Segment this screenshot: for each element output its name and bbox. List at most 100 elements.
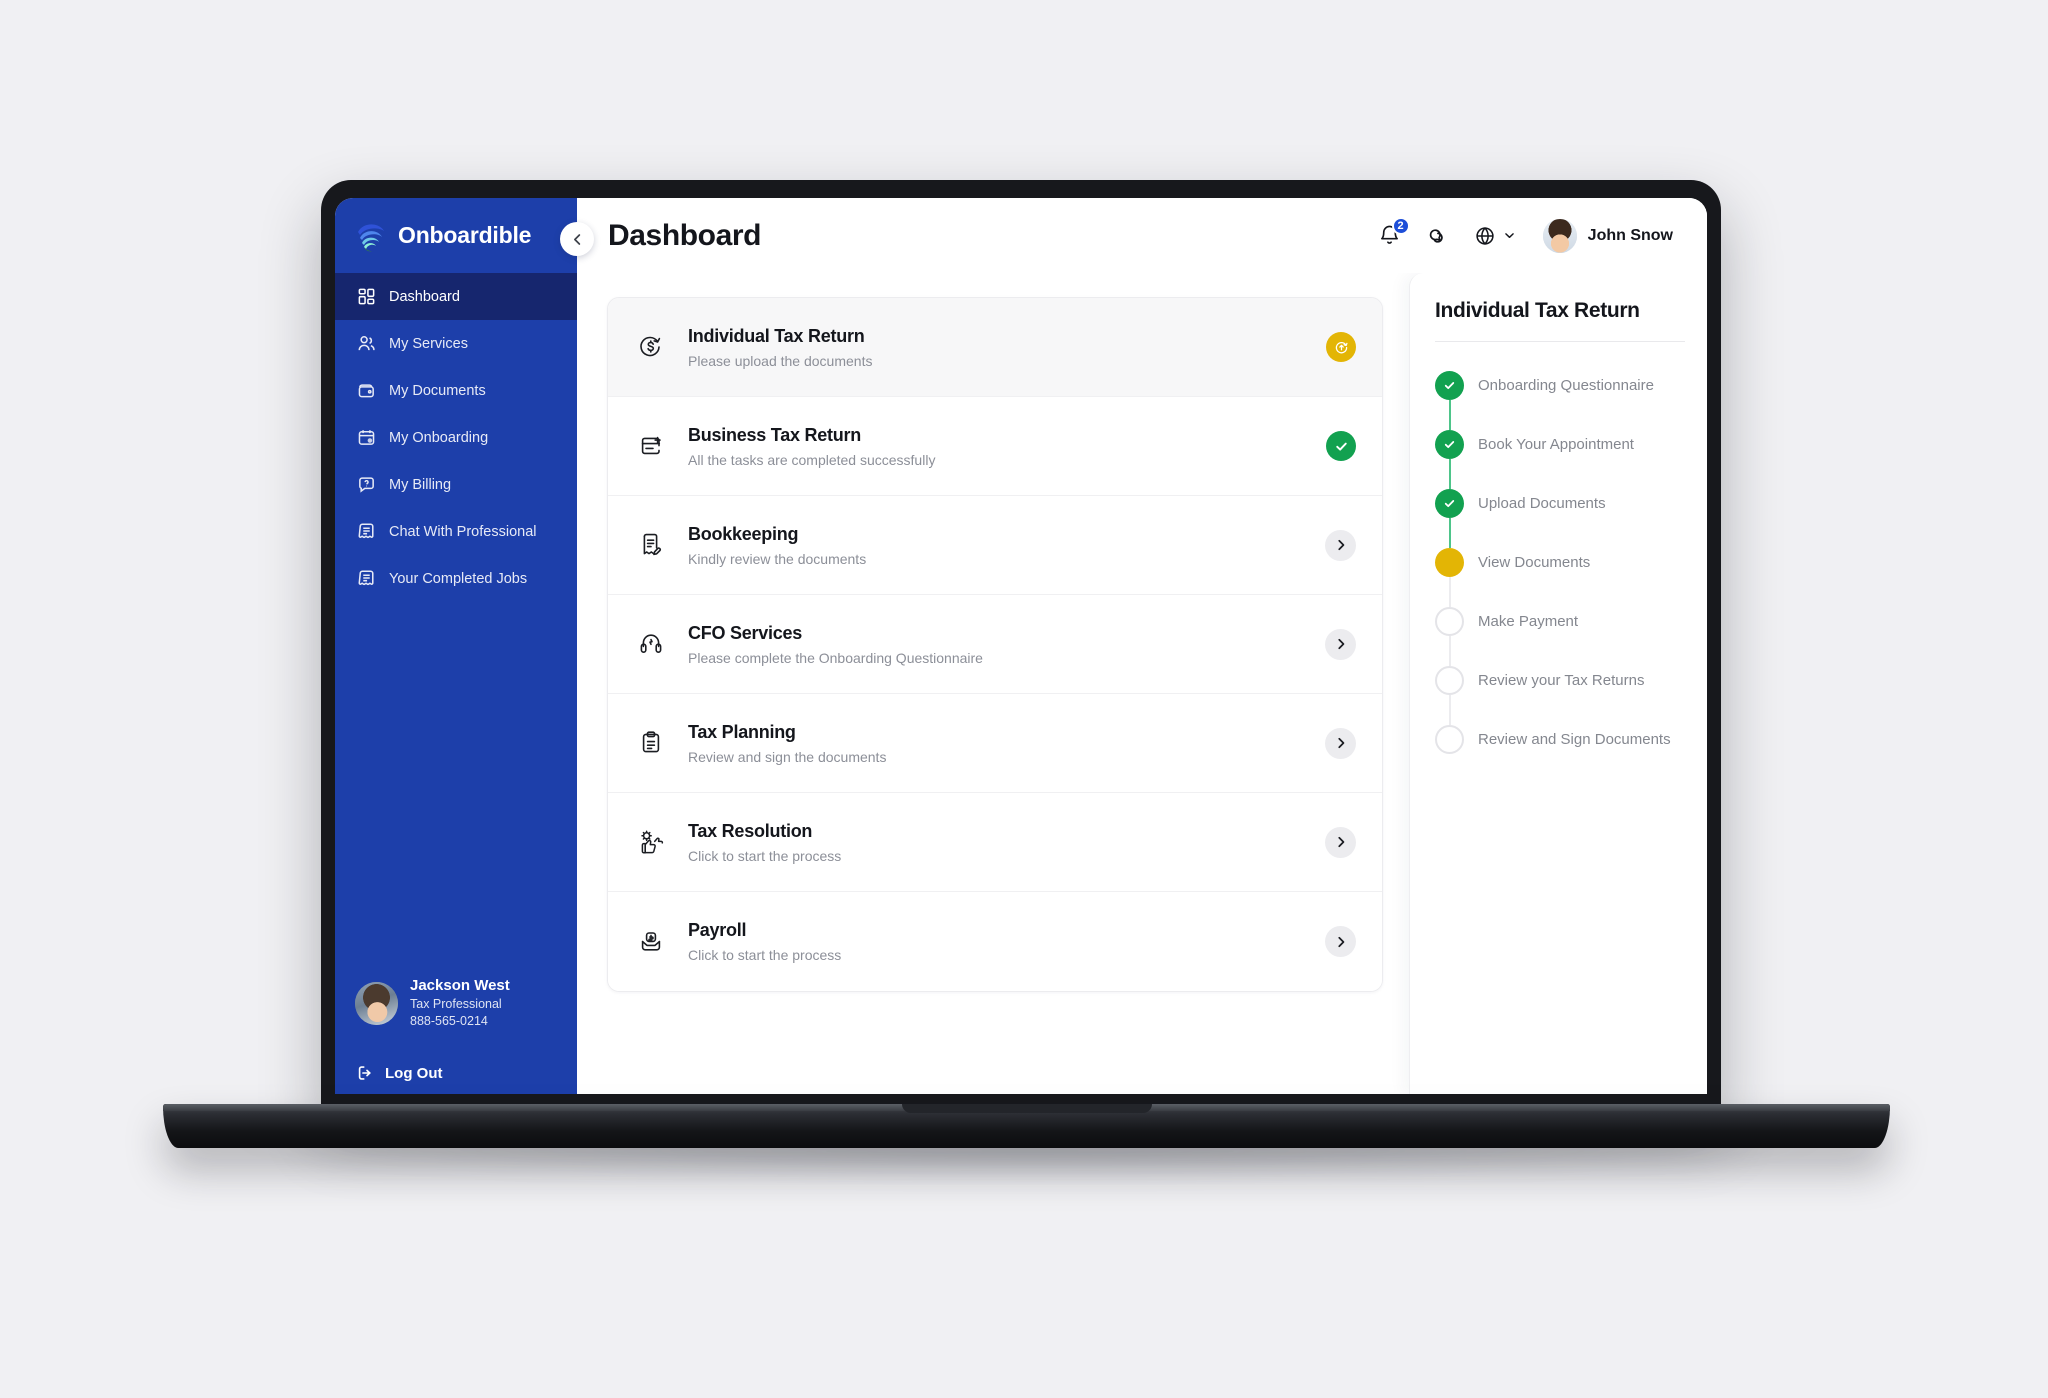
sidebar-item-my-billing[interactable]: My Billing bbox=[335, 461, 577, 508]
step-label: View Documents bbox=[1478, 554, 1591, 571]
service-title: Individual Tax Return bbox=[688, 325, 865, 346]
step-marker-todo bbox=[1435, 725, 1464, 754]
message-lines-icon bbox=[358, 523, 374, 539]
logout-label: Log Out bbox=[385, 1064, 443, 1082]
headset-icon bbox=[636, 629, 666, 659]
progress-step[interactable]: Make Payment bbox=[1435, 592, 1685, 666]
clipboard-icon bbox=[636, 728, 666, 758]
laptop-base-notch bbox=[901, 1104, 1152, 1113]
step-connector bbox=[1449, 636, 1451, 666]
brand-logo[interactable]: Onboardible bbox=[335, 198, 577, 273]
service-card-tax-resolution[interactable]: Tax Resolution Click to start the proces… bbox=[608, 793, 1382, 892]
step-label: Review your Tax Returns bbox=[1478, 672, 1645, 689]
sidebar-item-my-services[interactable]: My Services bbox=[335, 320, 577, 367]
progress-step[interactable]: Review your Tax Returns bbox=[1435, 651, 1685, 725]
chevron-right-icon[interactable] bbox=[1325, 826, 1356, 858]
main-content: Individual Tax Return Please upload the … bbox=[577, 273, 1409, 1094]
progress-panel: Individual Tax Return Onboarding Questio… bbox=[1409, 273, 1707, 1094]
logout-icon bbox=[358, 1066, 371, 1080]
progress-step[interactable]: Review and Sign Documents bbox=[1435, 710, 1685, 769]
divider bbox=[1435, 341, 1685, 342]
service-status[interactable] bbox=[1325, 727, 1356, 759]
service-card-business-tax-return[interactable]: Business Tax Return All the tasks are co… bbox=[608, 397, 1382, 496]
chevron-down-icon bbox=[1504, 233, 1514, 239]
service-subtitle: Click to start the process bbox=[688, 947, 842, 963]
check-icon bbox=[1444, 441, 1455, 449]
sidebar-professional-card[interactable]: Jackson West Tax Professional 888-565-02… bbox=[335, 976, 577, 1030]
service-status[interactable] bbox=[1326, 332, 1356, 362]
service-title: CFO Services bbox=[688, 622, 803, 643]
professional-name: Jackson West bbox=[410, 977, 510, 994]
step-connector bbox=[1449, 695, 1451, 725]
chevron-right-icon[interactable] bbox=[1325, 529, 1356, 561]
service-card-cfo-services[interactable]: CFO Services Please complete the Onboard… bbox=[608, 595, 1382, 694]
chat-bubbles-icon bbox=[1429, 228, 1443, 243]
laptop-base bbox=[163, 1104, 1890, 1148]
service-status[interactable] bbox=[1326, 431, 1356, 461]
sidebar-item-my-documents[interactable]: My Documents bbox=[335, 367, 577, 414]
service-status[interactable] bbox=[1325, 529, 1356, 561]
content-area: Dashboard 2 John Snow Individual Tax Ret… bbox=[560, 198, 1707, 1094]
sidebar: Onboardible Dashboard My Services My Doc… bbox=[335, 198, 577, 1094]
language-selector[interactable] bbox=[1472, 222, 1516, 249]
professional-role: Tax Professional bbox=[410, 997, 502, 1012]
laptop-mockup: Onboardible Dashboard My Services My Doc… bbox=[0, 0, 2048, 1398]
service-subtitle: Kindly review the documents bbox=[688, 550, 867, 567]
sidebar-item-your-completed-jobs[interactable]: Your Completed Jobs bbox=[335, 555, 577, 602]
sidebar-item-my-onboarding[interactable]: My Onboarding bbox=[335, 414, 577, 461]
service-status[interactable] bbox=[1325, 826, 1356, 858]
sidebar-item-label: Dashboard bbox=[389, 288, 460, 305]
step-label: Book Your Appointment bbox=[1478, 436, 1634, 453]
notifications-button[interactable]: 2 bbox=[1376, 217, 1410, 249]
topbar: Dashboard 2 John Snow bbox=[560, 198, 1707, 273]
brand-name: Onboardible bbox=[398, 222, 532, 248]
step-marker-todo bbox=[1435, 666, 1464, 695]
upload-badge-icon bbox=[1326, 332, 1356, 362]
page-title: Dashboard bbox=[608, 218, 762, 252]
progress-step[interactable]: Onboarding Questionnaire bbox=[1435, 356, 1685, 430]
chevron-right-icon[interactable] bbox=[1325, 727, 1356, 759]
sidebar-item-label: Your Completed Jobs bbox=[389, 570, 528, 587]
service-card-bookkeeping[interactable]: Bookkeeping Kindly review the documents bbox=[608, 496, 1382, 595]
messages-button[interactable] bbox=[1424, 222, 1451, 249]
step-marker-done bbox=[1435, 489, 1464, 518]
sidebar-item-label: My Services bbox=[389, 335, 468, 352]
service-subtitle: Please complete the Onboarding Questionn… bbox=[688, 649, 983, 666]
service-card-tax-planning[interactable]: Tax Planning Review and sign the documen… bbox=[608, 694, 1382, 793]
service-title: Tax Resolution bbox=[688, 820, 813, 841]
service-title: Business Tax Return bbox=[688, 424, 861, 445]
service-status[interactable] bbox=[1325, 628, 1356, 660]
progress-step[interactable]: Book Your Appointment bbox=[1435, 415, 1685, 489]
gear-thumbs-icon bbox=[636, 827, 666, 857]
calendar-icon bbox=[358, 430, 375, 445]
chevron-right-icon[interactable] bbox=[1325, 926, 1356, 957]
grid-icon bbox=[358, 288, 375, 305]
progress-step[interactable]: View Documents bbox=[1435, 533, 1685, 607]
service-title: Bookkeeping bbox=[688, 523, 799, 544]
onboardible-logo-icon bbox=[354, 219, 388, 253]
step-label: Make Payment bbox=[1478, 613, 1579, 630]
wallet-icon bbox=[358, 384, 374, 398]
service-card-payroll[interactable]: Payroll Click to start the process bbox=[608, 892, 1382, 991]
progress-panel-title: Individual Tax Return bbox=[1435, 299, 1640, 322]
service-status[interactable] bbox=[1325, 926, 1356, 957]
sidebar-nav: Dashboard My Services My Documents My On… bbox=[335, 273, 577, 602]
step-marker-todo bbox=[1435, 607, 1464, 636]
step-connector bbox=[1449, 518, 1451, 548]
professional-phone: 888-565-0214 bbox=[410, 1014, 488, 1029]
progress-step[interactable]: Upload Documents bbox=[1435, 474, 1685, 548]
service-subtitle: Click to start the process bbox=[688, 847, 842, 864]
step-marker-current bbox=[1435, 548, 1464, 577]
service-subtitle: Please upload the documents bbox=[688, 352, 873, 369]
chevron-right-icon[interactable] bbox=[1325, 628, 1356, 660]
services-list: Individual Tax Return Please upload the … bbox=[607, 297, 1383, 992]
chevron-left-icon bbox=[573, 233, 580, 245]
user-menu[interactable]: John Snow bbox=[1542, 218, 1673, 253]
sidebar-item-chat-with-professional[interactable]: Chat With Professional bbox=[335, 508, 577, 555]
service-title: Payroll bbox=[688, 920, 747, 940]
service-card-individual-tax-return[interactable]: Individual Tax Return Please upload the … bbox=[608, 298, 1382, 397]
logout-button[interactable]: Log Out bbox=[335, 1052, 577, 1094]
sidebar-item-dashboard[interactable]: Dashboard bbox=[335, 273, 577, 320]
sidebar-collapse-button[interactable] bbox=[560, 222, 594, 256]
